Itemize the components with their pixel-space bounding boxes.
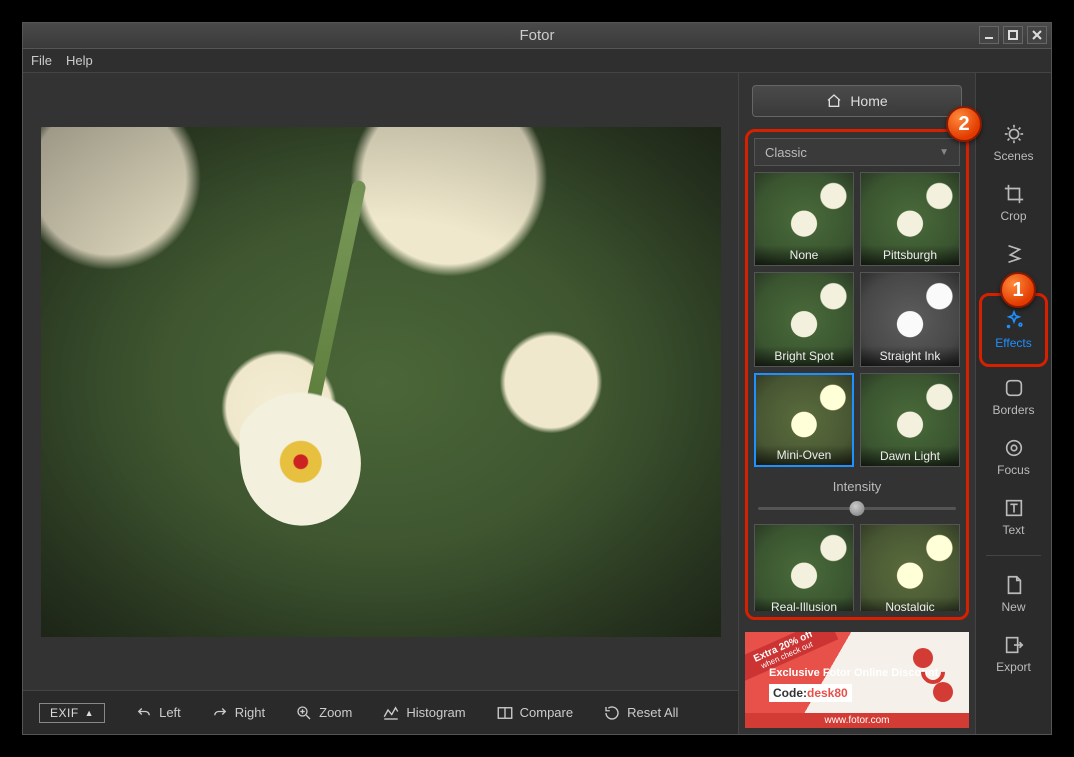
new-icon <box>1003 574 1025 596</box>
titlebar: Fotor <box>23 23 1051 49</box>
reset-all-button[interactable]: Reset All <box>603 704 678 722</box>
tab-focus[interactable]: Focus <box>976 427 1051 487</box>
export-icon <box>1003 634 1025 656</box>
menubar: File Help <box>23 49 1051 73</box>
zoom-icon <box>295 704 313 722</box>
intensity-slider[interactable] <box>758 500 956 516</box>
effect-thumb[interactable]: Pittsburgh <box>860 172 960 266</box>
tab-crop[interactable]: Crop <box>976 173 1051 233</box>
reset-icon <box>603 704 621 722</box>
effects-icon <box>1003 310 1025 332</box>
tab-scenes[interactable]: Scenes <box>976 113 1051 173</box>
intensity-label: Intensity <box>758 479 956 494</box>
home-icon <box>826 93 842 109</box>
rotate-right-icon <box>211 704 229 722</box>
tab-text[interactable]: Text <box>976 487 1051 547</box>
right-tab-bar: Scenes Crop Adjust Effects <box>975 73 1051 734</box>
effect-thumb-label: Nostalgic <box>861 597 959 611</box>
phone-icon <box>909 646 959 706</box>
effect-thumb-label: Real-Illusion <box>755 597 853 611</box>
tab-effects[interactable]: Effects <box>982 300 1045 360</box>
effect-category-dropdown[interactable]: Classic ▼ <box>754 138 960 166</box>
exif-button[interactable]: EXIF ▲ <box>39 703 105 723</box>
histogram-button[interactable]: Histogram <box>382 704 465 722</box>
focus-icon <box>1003 437 1025 459</box>
effect-thumb[interactable]: Dawn Light <box>860 373 960 467</box>
menu-file[interactable]: File <box>31 53 52 68</box>
rotate-left-icon <box>135 704 153 722</box>
menu-help[interactable]: Help <box>66 53 93 68</box>
tab-new[interactable]: New <box>976 564 1051 624</box>
effect-thumb-label: Dawn Light <box>861 446 959 466</box>
text-icon <box>1003 497 1025 519</box>
effects-panel-box: Classic ▼ None Pittsburgh Bright Spot Strai… <box>745 129 969 620</box>
rotate-left-button[interactable]: Left <box>135 704 181 722</box>
rotate-right-button[interactable]: Right <box>211 704 265 722</box>
app-window: Fotor File Help EXIF ▲ <box>22 22 1052 735</box>
effect-thumb[interactable]: Nostalgic <box>860 524 960 611</box>
effect-thumb[interactable]: Straight Ink <box>860 272 960 366</box>
compare-icon <box>496 704 514 722</box>
intensity-control: Intensity <box>754 473 960 518</box>
effect-thumb-label: Mini-Oven <box>756 445 852 465</box>
promo-ad[interactable]: Extra 20% offwhen check out Exclusive Fo… <box>745 632 969 728</box>
tab-separator <box>986 555 1041 556</box>
compare-button[interactable]: Compare <box>496 704 573 722</box>
effect-thumb[interactable]: None <box>754 172 854 266</box>
maximize-button[interactable] <box>1003 26 1023 44</box>
effect-thumb[interactable]: Mini-Oven <box>754 373 854 467</box>
effect-thumb-grid: None Pittsburgh Bright Spot Straight Ink Min… <box>754 172 960 611</box>
window-controls <box>979 26 1047 44</box>
effect-thumb-label: Bright Spot <box>755 346 853 366</box>
annotation-marker-1: 1 <box>1000 272 1036 308</box>
minimize-button[interactable] <box>979 26 999 44</box>
close-button[interactable] <box>1027 26 1047 44</box>
ad-url: www.fotor.com <box>745 713 969 728</box>
chevron-down-icon: ▼ <box>939 147 949 158</box>
photo-canvas[interactable] <box>41 127 721 637</box>
effect-thumb[interactable]: Bright Spot <box>754 272 854 366</box>
effect-thumbs-scroll[interactable]: None Pittsburgh Bright Spot Straight Ink Min… <box>754 172 960 611</box>
zoom-button[interactable]: Zoom <box>295 704 352 722</box>
tab-borders[interactable]: Borders <box>976 367 1051 427</box>
histogram-icon <box>382 704 400 722</box>
main-area: EXIF ▲ Left Right Zoom Histogram <box>23 73 1051 734</box>
side-column: Home Classic ▼ None Pittsburgh Bright Spot… <box>739 73 1051 734</box>
effect-thumb-label: Pittsburgh <box>861 245 959 265</box>
canvas-column: EXIF ▲ Left Right Zoom Histogram <box>23 73 739 734</box>
crop-icon <box>1003 183 1025 205</box>
bottom-toolbar: EXIF ▲ Left Right Zoom Histogram <box>23 690 738 734</box>
effect-category-label: Classic <box>765 145 807 160</box>
borders-icon <box>1003 377 1025 399</box>
effect-thumb-label: Straight Ink <box>861 346 959 366</box>
effect-thumb[interactable]: Real-Illusion <box>754 524 854 611</box>
ad-code: Code:desk80 <box>769 684 852 702</box>
chevron-up-icon: ▲ <box>85 708 94 718</box>
effects-panel: Home Classic ▼ None Pittsburgh Bright Spot… <box>739 73 975 734</box>
annotation-marker-2: 2 <box>946 106 982 142</box>
home-button[interactable]: Home <box>752 85 962 117</box>
canvas-area <box>23 73 738 690</box>
effect-thumb-label: None <box>755 245 853 265</box>
tab-export[interactable]: Export <box>976 624 1051 684</box>
scenes-icon <box>1003 123 1025 145</box>
adjust-icon <box>1003 243 1025 265</box>
window-title: Fotor <box>23 27 1051 44</box>
